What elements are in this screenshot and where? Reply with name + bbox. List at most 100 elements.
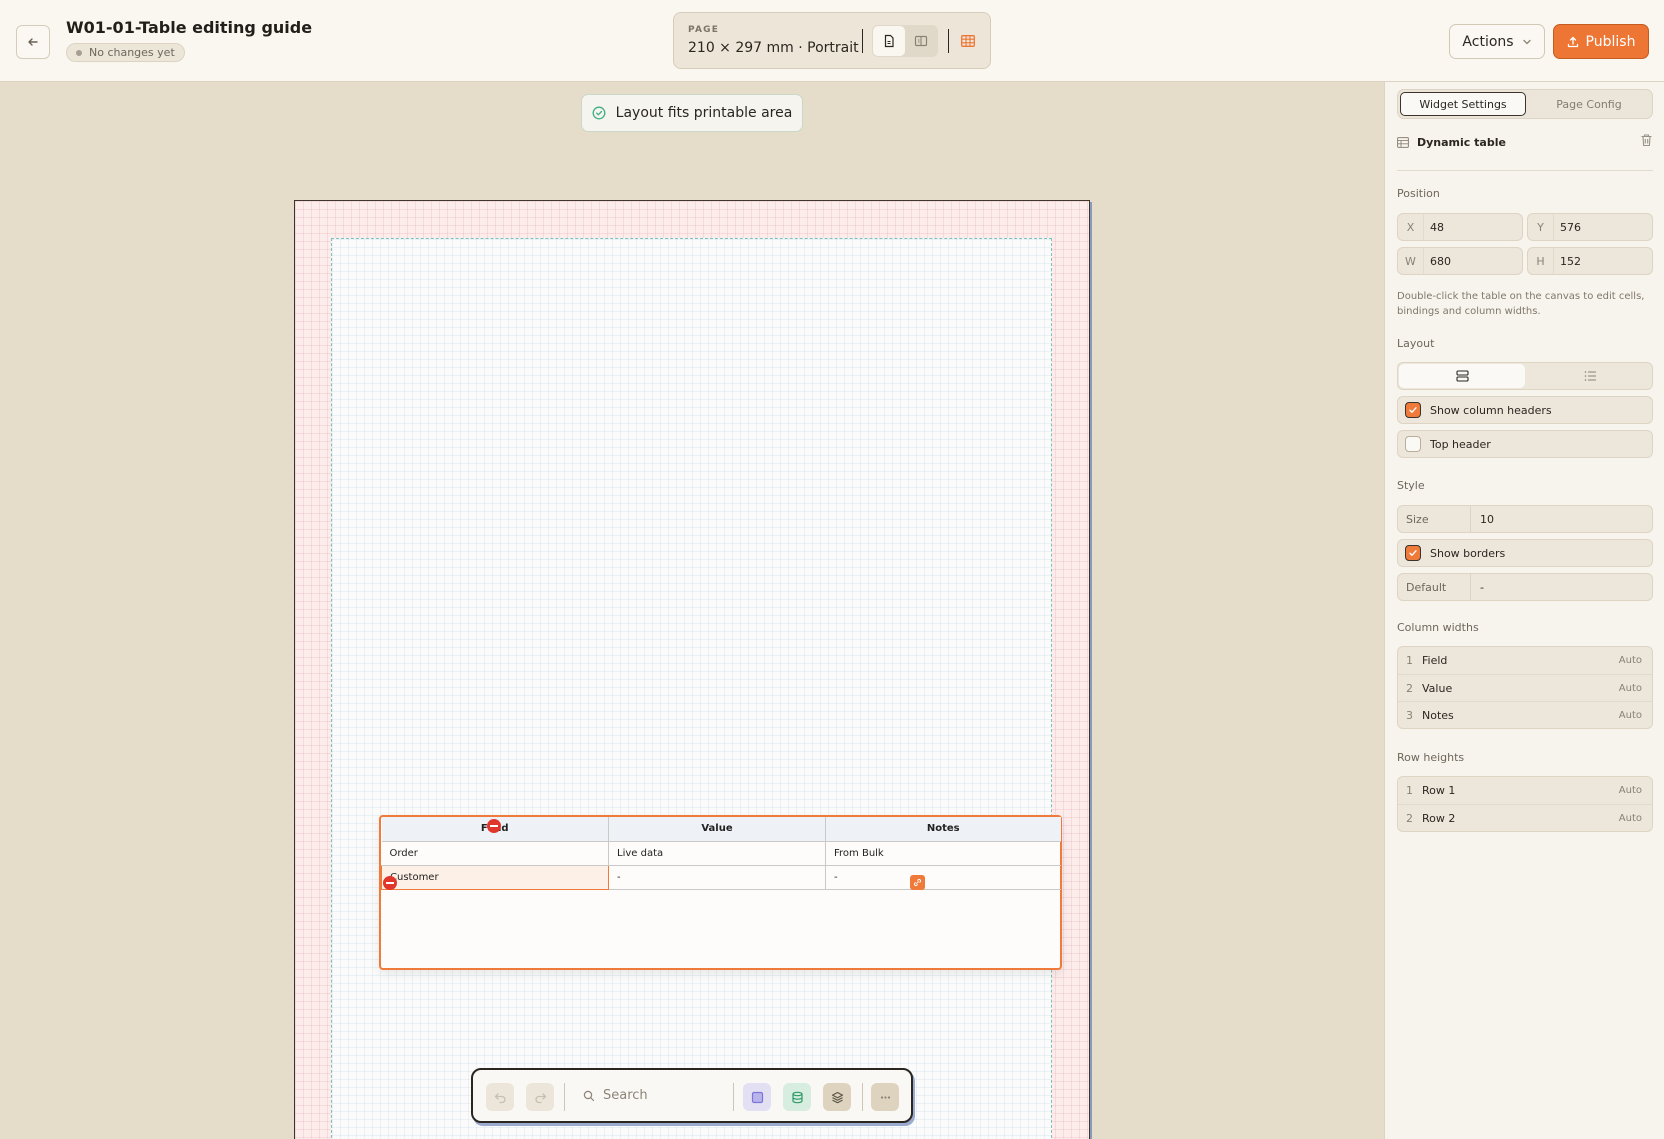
list-item[interactable]: 3 Notes Auto	[1398, 701, 1652, 728]
w-field[interactable]: W 680	[1397, 247, 1523, 275]
header-cell-notes[interactable]: Notes	[825, 817, 1061, 842]
table-cell[interactable]: Order	[381, 840, 609, 866]
layers-button[interactable]	[823, 1083, 851, 1111]
split-view-button[interactable]	[905, 26, 937, 56]
y-field[interactable]: Y 576	[1527, 213, 1653, 241]
size-value: 10	[1480, 512, 1494, 526]
show-column-headers-label: Show column headers	[1430, 403, 1552, 417]
document-icon	[884, 34, 894, 48]
status-badge: No changes yet	[66, 43, 185, 62]
widget-name: Dynamic table	[1417, 135, 1506, 149]
split-view-icon	[914, 35, 928, 47]
printable-area: Field Value Notes Order Live data From B…	[331, 238, 1062, 1139]
table-cell[interactable]: From Bulk	[825, 840, 1061, 866]
table-view-button[interactable]	[957, 30, 979, 52]
checkbox-checked[interactable]	[1405, 545, 1421, 561]
table: Field Value Notes Order Live data From B…	[381, 817, 1061, 890]
layout-rows-option[interactable]	[1399, 364, 1525, 388]
list-item[interactable]: 2 Row 2 Auto	[1398, 804, 1652, 831]
undo-button[interactable]	[486, 1083, 514, 1111]
x-label: X	[1398, 214, 1424, 240]
widget-header: Dynamic table	[1397, 132, 1653, 152]
list-item[interactable]: 1 Field Auto	[1398, 647, 1652, 674]
default-field[interactable]: Default -	[1397, 573, 1653, 601]
item-value: Auto	[1618, 709, 1642, 721]
undo-icon	[494, 1092, 506, 1103]
header-cell-value[interactable]: Value	[608, 817, 826, 842]
style-title: Style	[1397, 479, 1425, 492]
page-canvas[interactable]: Field Value Notes Order Live data From B…	[294, 200, 1090, 1139]
bind-data-button[interactable]	[910, 875, 925, 890]
redo-icon	[534, 1092, 546, 1103]
more-icon	[880, 1095, 890, 1099]
page-size-panel: PAGE 210 × 297 mm · Portrait	[673, 12, 991, 69]
floating-toolbar: Search	[471, 1068, 913, 1123]
checkbox-checked[interactable]	[1405, 402, 1421, 418]
delete-widget-button[interactable]	[1640, 133, 1653, 147]
table-cell[interactable]: -	[608, 864, 826, 890]
publish-label: Publish	[1585, 33, 1636, 50]
x-value: 48	[1430, 220, 1444, 234]
add-shape-button[interactable]	[743, 1083, 771, 1111]
check-icon	[1409, 550, 1417, 556]
check-circle-icon	[592, 106, 606, 120]
divider	[1397, 170, 1653, 171]
x-field[interactable]: X 48	[1397, 213, 1523, 241]
layout-title: Layout	[1397, 337, 1435, 350]
top-header-toggle[interactable]: Top header	[1397, 430, 1653, 458]
item-value: Auto	[1618, 682, 1642, 694]
h-field[interactable]: H 152	[1527, 247, 1653, 275]
h-value: 152	[1560, 254, 1581, 268]
check-icon	[1409, 407, 1417, 413]
edit-hint: Double-click the table on the canvas to …	[1397, 291, 1645, 317]
item-value: Auto	[1618, 812, 1642, 824]
page-caption: PAGE	[688, 25, 720, 35]
fit-message: Layout fits printable area	[615, 105, 793, 121]
upload-icon	[1567, 36, 1578, 47]
document-view-button[interactable]	[873, 26, 905, 56]
view-toggle	[872, 25, 938, 57]
layout-fit-toast: Layout fits printable area	[581, 94, 803, 132]
list-item[interactable]: 2 Value Auto	[1398, 674, 1652, 701]
status-dot-icon	[76, 49, 82, 56]
layout-list-option[interactable]	[1527, 364, 1653, 388]
table-grid-icon	[961, 35, 975, 47]
dynamic-table-widget[interactable]: Field Value Notes Order Live data From B…	[379, 815, 1062, 970]
tab-widget-settings[interactable]: Widget Settings	[1400, 92, 1526, 116]
list-item[interactable]: 1 Row 1 Auto	[1398, 777, 1652, 804]
remove-row-button[interactable]	[383, 876, 397, 890]
panel-tabs: Widget Settings Page Config	[1397, 89, 1653, 119]
show-borders-toggle[interactable]: Show borders	[1397, 539, 1653, 567]
back-button[interactable]	[16, 25, 50, 59]
actions-button[interactable]: Actions	[1449, 24, 1545, 59]
arrow-left-icon	[28, 38, 38, 46]
table-cell[interactable]: -	[825, 864, 1061, 890]
table-cell[interactable]: Live data	[608, 840, 826, 866]
size-field[interactable]: Size 10	[1397, 505, 1653, 533]
search-input[interactable]: Search	[583, 1088, 648, 1103]
square-icon	[751, 1091, 763, 1103]
table-header-row: Field Value Notes	[381, 817, 1061, 842]
remove-column-button[interactable]	[487, 819, 501, 833]
item-number: 1	[1406, 654, 1413, 667]
item-number: 2	[1406, 811, 1413, 825]
publish-button[interactable]: Publish	[1553, 24, 1649, 59]
more-button[interactable]	[871, 1083, 899, 1111]
selected-table-cell[interactable]: Customer	[381, 864, 609, 890]
top-header-label: Top header	[1430, 437, 1491, 451]
settings-panel: Widget Settings Page Config Dynamic tabl…	[1384, 82, 1664, 1139]
h-label: H	[1528, 248, 1554, 274]
page-size-label[interactable]: 210 × 297 mm · Portrait	[688, 40, 859, 56]
page-title: W01-01-Table editing guide	[66, 18, 313, 37]
data-source-button[interactable]	[783, 1083, 811, 1111]
row-heights-list: 1 Row 1 Auto 2 Row 2 Auto	[1397, 776, 1653, 832]
item-number: 1	[1406, 784, 1413, 797]
redo-button[interactable]	[526, 1083, 554, 1111]
column-widths-title: Column widths	[1397, 621, 1479, 634]
tab-page-config[interactable]: Page Config	[1526, 92, 1652, 116]
divider	[862, 29, 863, 53]
checkbox-unchecked[interactable]	[1405, 436, 1421, 452]
item-number: 3	[1406, 708, 1413, 722]
show-column-headers-toggle[interactable]: Show column headers	[1397, 396, 1653, 424]
minus-icon	[490, 825, 498, 827]
